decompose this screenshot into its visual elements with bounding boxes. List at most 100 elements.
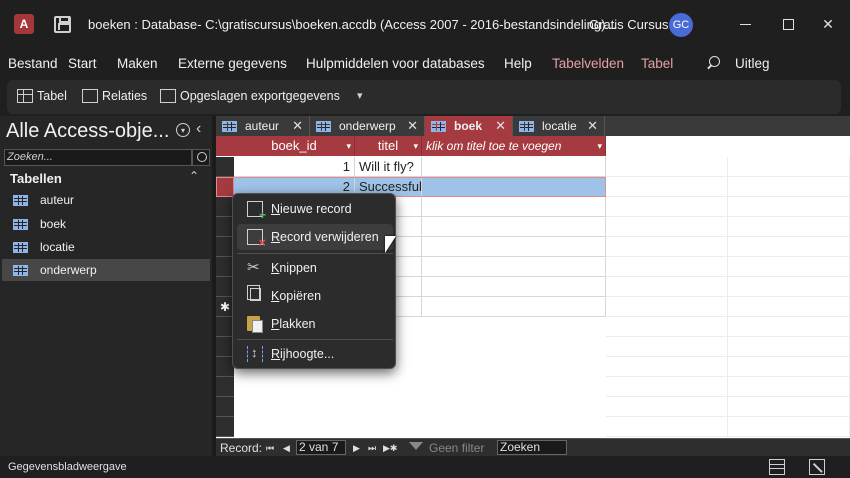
cell-add-column[interactable] bbox=[422, 177, 606, 197]
menu-bestand[interactable]: Bestand bbox=[8, 56, 58, 71]
dropdown-icon[interactable]: ▾ bbox=[346, 136, 351, 156]
menu-item-copy[interactable]: Kopiëren bbox=[237, 283, 393, 309]
column-header-add[interactable]: klik om titel toe te voegen ▾ bbox=[422, 136, 606, 156]
menu-tabelvelden[interactable]: Tabelvelden bbox=[552, 56, 624, 71]
collapse-pane-icon[interactable]: ‹ bbox=[196, 120, 201, 138]
tab-locatie[interactable]: locatie ✕ bbox=[513, 116, 605, 136]
menu-externe-gegevens[interactable]: Externe gegevens bbox=[178, 56, 287, 71]
empty-grid-cell bbox=[606, 377, 728, 397]
access-app-icon[interactable]: A bbox=[14, 14, 34, 34]
empty-grid-cell bbox=[606, 197, 728, 217]
cell-add-column[interactable] bbox=[422, 197, 606, 217]
menu-maken[interactable]: Maken bbox=[117, 56, 158, 71]
ribbon-saved-exports-button[interactable]: Opgeslagen exportgegevens bbox=[160, 89, 340, 103]
tab-boek[interactable]: boek ✕ bbox=[425, 116, 513, 136]
ribbon-table-label: Tabel bbox=[37, 89, 67, 103]
cell-add-column[interactable] bbox=[422, 217, 606, 237]
cell-add-column[interactable] bbox=[422, 157, 606, 177]
menu-item-new-record[interactable]: Nieuwe record bbox=[237, 196, 393, 222]
maximize-button[interactable] bbox=[773, 10, 803, 38]
table-icon bbox=[519, 120, 534, 132]
record-label: Record: bbox=[220, 441, 263, 455]
record-selector[interactable] bbox=[216, 397, 234, 417]
select-all-corner[interactable] bbox=[216, 136, 234, 156]
cell-titel[interactable]: Will it fly? bbox=[355, 157, 422, 177]
menu-item-label: Kopiëren bbox=[271, 289, 322, 303]
cell-boek-id[interactable]: 1 bbox=[234, 157, 355, 177]
paste-icon bbox=[247, 316, 263, 333]
avatar[interactable]: GC bbox=[669, 13, 693, 37]
previous-record-icon[interactable]: ◀ bbox=[283, 443, 290, 454]
empty-grid-cell bbox=[728, 317, 850, 337]
ribbon-relations-button[interactable]: Relaties bbox=[82, 89, 147, 103]
close-button[interactable]: ✕ bbox=[813, 10, 843, 38]
record-selector[interactable] bbox=[216, 157, 234, 177]
filter-status[interactable]: Geen filter bbox=[429, 441, 484, 455]
dropdown-icon[interactable]: ▾ bbox=[597, 136, 602, 156]
record-search-input[interactable]: Zoeken bbox=[497, 440, 567, 455]
ribbon-relations-label: Relaties bbox=[102, 89, 148, 103]
ribbon-more-icon[interactable]: ▾ bbox=[357, 89, 363, 102]
column-header-label: klik om titel toe te voegen bbox=[426, 139, 562, 153]
chevron-down-icon[interactable]: ▾ bbox=[176, 123, 190, 137]
menu-item-cut[interactable]: Knippen bbox=[237, 255, 393, 281]
nav-item-label: onderwerp bbox=[40, 263, 97, 277]
table-icon bbox=[13, 194, 28, 206]
empty-grid-cell bbox=[606, 177, 728, 197]
close-icon[interactable]: ✕ bbox=[292, 118, 303, 134]
nav-search-icon[interactable] bbox=[192, 149, 210, 166]
save-icon[interactable] bbox=[54, 16, 71, 33]
cell-add-column[interactable] bbox=[422, 237, 606, 257]
nav-group-tabellen[interactable]: Tabellen bbox=[10, 171, 62, 186]
close-icon[interactable]: ✕ bbox=[495, 118, 506, 134]
tab-auteur[interactable]: auteur ✕ bbox=[216, 116, 310, 136]
nav-item-onderwerp[interactable]: onderwerp bbox=[2, 259, 210, 281]
menu-item-row-height[interactable]: Rijhoogte... bbox=[237, 341, 393, 367]
minimize-button[interactable] bbox=[730, 10, 760, 38]
menu-start[interactable]: Start bbox=[68, 56, 97, 71]
search-icon[interactable] bbox=[706, 56, 720, 70]
design-view-icon[interactable] bbox=[809, 459, 825, 475]
menu-item-paste[interactable]: Plakken bbox=[237, 311, 393, 337]
menu-hulpmiddelen[interactable]: Hulpmiddelen voor databases bbox=[306, 56, 485, 71]
mouse-cursor bbox=[385, 236, 396, 253]
close-icon: ✕ bbox=[822, 15, 834, 32]
user-name[interactable]: Gratis Cursus bbox=[589, 17, 668, 32]
nav-search-input[interactable]: Zoeken... bbox=[4, 149, 192, 166]
tab-onderwerp[interactable]: onderwerp ✕ bbox=[310, 116, 425, 136]
chevron-up-icon[interactable]: ⌃ bbox=[189, 169, 199, 183]
empty-grid-cell bbox=[606, 357, 728, 377]
table-icon bbox=[222, 120, 237, 132]
cut-icon bbox=[247, 258, 263, 276]
empty-grid-cell bbox=[728, 377, 850, 397]
record-selector[interactable] bbox=[216, 177, 234, 197]
next-record-icon[interactable]: ▶ bbox=[353, 443, 360, 454]
nav-item-boek[interactable]: boek bbox=[2, 213, 210, 235]
cell-add-column[interactable] bbox=[422, 277, 606, 297]
column-header-titel[interactable]: titel ▾ bbox=[355, 136, 422, 156]
dropdown-icon[interactable]: ▾ bbox=[413, 136, 418, 156]
nav-item-locatie[interactable]: locatie bbox=[2, 236, 210, 258]
nav-title[interactable]: Alle Access-obje... bbox=[6, 120, 169, 143]
record-selector[interactable] bbox=[216, 377, 234, 397]
nav-item-auteur[interactable]: auteur bbox=[2, 189, 210, 211]
record-position-field[interactable]: 2 van 7 bbox=[296, 440, 346, 455]
navigation-pane: Alle Access-obje... ▾ ‹ Zoeken... Tabell… bbox=[0, 116, 212, 456]
column-header-boek-id[interactable]: boek_id ▾ bbox=[234, 136, 355, 156]
menu-tabel[interactable]: Tabel bbox=[641, 56, 673, 71]
record-selector[interactable] bbox=[216, 417, 234, 437]
last-record-icon[interactable]: ⏭ bbox=[368, 443, 376, 454]
datasheet-view-icon[interactable] bbox=[769, 459, 785, 475]
first-record-icon[interactable]: ⏮ bbox=[266, 443, 274, 454]
new-record-icon[interactable]: ▶✱ bbox=[383, 443, 397, 454]
empty-grid-cell bbox=[728, 277, 850, 297]
menu-help[interactable]: Help bbox=[504, 56, 532, 71]
tab-label: locatie bbox=[542, 119, 577, 133]
menu-item-delete-record[interactable]: Record verwijderen bbox=[237, 224, 393, 250]
close-icon[interactable]: ✕ bbox=[587, 118, 598, 134]
close-icon[interactable]: ✕ bbox=[407, 118, 418, 134]
cell-add-column[interactable] bbox=[422, 297, 606, 317]
ribbon-table-button[interactable]: Tabel bbox=[17, 89, 67, 103]
help-search-label[interactable]: Uitleg bbox=[735, 56, 770, 71]
cell-add-column[interactable] bbox=[422, 257, 606, 277]
